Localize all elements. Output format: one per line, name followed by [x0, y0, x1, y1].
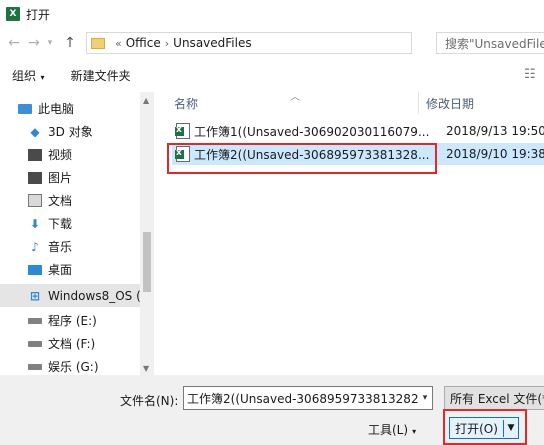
- filename-value: 工作簿2((Unsaved-306895973381328216): [187, 391, 433, 406]
- nav-item-label: 程序 (E:): [48, 314, 97, 328]
- nav-item-drive-f[interactable]: 文档 (F:): [28, 332, 153, 355]
- filename-label: 文件名(N):: [120, 394, 179, 408]
- pictures-icon: [28, 171, 42, 184]
- column-divider[interactable]: [418, 92, 419, 114]
- drive-icon: [28, 317, 42, 324]
- nav-item-label: 音乐: [48, 240, 73, 254]
- search-input[interactable]: 搜索"UnsavedFiles": [436, 32, 544, 54]
- windows-drive-icon: ⊞: [29, 288, 41, 303]
- tools-button[interactable]: 工具(L) ▾: [368, 421, 416, 438]
- drive-icon: [28, 363, 42, 370]
- nav-item-documents[interactable]: 文档: [28, 189, 153, 212]
- nav-item-drive-g[interactable]: 娱乐 (G:): [28, 355, 153, 375]
- file-date: 2018/9/13 19:50: [446, 124, 544, 138]
- column-header-date[interactable]: 修改日期: [426, 92, 474, 114]
- up-arrow-icon[interactable]: ↑: [60, 33, 80, 53]
- excel-icon: X: [6, 7, 20, 21]
- window-title: 打开: [26, 7, 51, 22]
- back-arrow-icon[interactable]: ←: [4, 33, 24, 53]
- nav-item-3d-objects[interactable]: ◆ 3D 对象: [28, 120, 153, 143]
- organize-label: 组织: [12, 68, 37, 83]
- file-row[interactable]: 工作簿1((Unsaved-306902030116079... 2018/9/…: [172, 120, 544, 142]
- highlight-box-selected-file: [167, 143, 437, 174]
- nav-item-label: 视频: [48, 148, 73, 162]
- desktop-icon: [28, 264, 42, 275]
- breadcrumb-separator-icon[interactable]: ›: [165, 37, 169, 50]
- computer-icon: [18, 103, 32, 114]
- nav-item-label: 图片: [48, 171, 73, 185]
- folder-icon: [91, 37, 105, 49]
- file-type-select[interactable]: 所有 Excel 文件(*.x: [444, 386, 544, 410]
- nav-item-label: 桌面: [48, 263, 73, 277]
- breadcrumb-office[interactable]: Office: [126, 36, 161, 50]
- scroll-down-icon[interactable]: ▼: [143, 364, 149, 373]
- forward-arrow-icon[interactable]: →: [24, 33, 44, 53]
- scroll-up-icon[interactable]: ▲: [143, 96, 149, 105]
- title-bar: X 打开: [0, 0, 544, 28]
- 3d-objects-icon: ◆: [30, 124, 40, 139]
- sort-ascending-icon: ︿: [290, 92, 300, 103]
- address-row: ← → ▾ ↑ « Office › UnsavedFiles 搜索"Unsav…: [0, 28, 544, 58]
- nav-item-music[interactable]: ♪ 音乐: [28, 235, 153, 258]
- file-date: 2018/9/10 19:38: [446, 147, 544, 161]
- nav-item-pictures[interactable]: 图片: [28, 166, 153, 189]
- documents-icon: [28, 194, 42, 207]
- organize-button[interactable]: 组织 ▾: [12, 67, 45, 84]
- breadcrumb-overflow[interactable]: «: [115, 37, 122, 50]
- drive-icon: [28, 340, 42, 347]
- new-folder-button[interactable]: 新建文件夹: [71, 67, 131, 84]
- excel-file-icon: [175, 123, 190, 139]
- nav-item-downloads[interactable]: ⬇ 下载: [28, 212, 153, 235]
- music-icon: ♪: [31, 239, 39, 254]
- nav-item-videos[interactable]: 视频: [28, 143, 153, 166]
- file-name: 工作簿1((Unsaved-306902030116079...: [194, 124, 430, 139]
- nav-item-label: 下载: [48, 217, 73, 231]
- nav-item-label: 文档 (F:): [48, 337, 96, 351]
- video-icon: [28, 148, 42, 161]
- nav-item-drive-e[interactable]: 程序 (E:): [28, 309, 153, 332]
- highlight-box-open-button: [443, 409, 527, 445]
- view-options-icon[interactable]: ☷: [524, 67, 540, 83]
- nav-item-label: 娱乐 (G:): [48, 360, 99, 374]
- chevron-down-icon: ▾: [38, 72, 45, 82]
- nav-item-label: 此电脑: [38, 102, 75, 116]
- breadcrumb-unsavedfiles[interactable]: UnsavedFiles: [173, 36, 251, 50]
- nav-item-label: 文档: [48, 194, 73, 208]
- navigation-pane: 此电脑 ◆ 3D 对象 视频 图片 文档 ⬇ 下载 ♪ 音乐 桌面 ⊞ Windows8…: [0, 92, 154, 375]
- nav-item-this-pc[interactable]: 此电脑: [18, 97, 153, 120]
- recent-locations-chevron-icon[interactable]: ▾: [44, 33, 56, 53]
- chevron-down-icon[interactable]: ▾: [418, 387, 432, 409]
- nav-item-windows8-os[interactable]: ⊞ Windows8_OS (: [0, 284, 140, 307]
- nav-item-label: 3D 对象: [48, 125, 93, 139]
- chevron-down-icon: ▾: [412, 427, 417, 436]
- nav-item-desktop[interactable]: 桌面: [28, 258, 153, 281]
- tools-label: 工具(L): [368, 423, 409, 437]
- nav-scrollbar-thumb[interactable]: [143, 232, 151, 292]
- nav-item-label: Windows8_OS (: [48, 288, 140, 303]
- download-icon: ⬇: [29, 216, 41, 231]
- command-bar: 组织 ▾ 新建文件夹 ☷: [0, 62, 544, 88]
- filename-input[interactable]: 工作簿2((Unsaved-306895973381328216) ▾: [183, 386, 433, 410]
- address-bar[interactable]: « Office › UnsavedFiles: [86, 32, 412, 54]
- file-list: ︿ 名称 修改日期 工作簿1((Unsaved-306902030116079.…: [158, 92, 544, 375]
- column-header-name[interactable]: 名称: [174, 92, 198, 114]
